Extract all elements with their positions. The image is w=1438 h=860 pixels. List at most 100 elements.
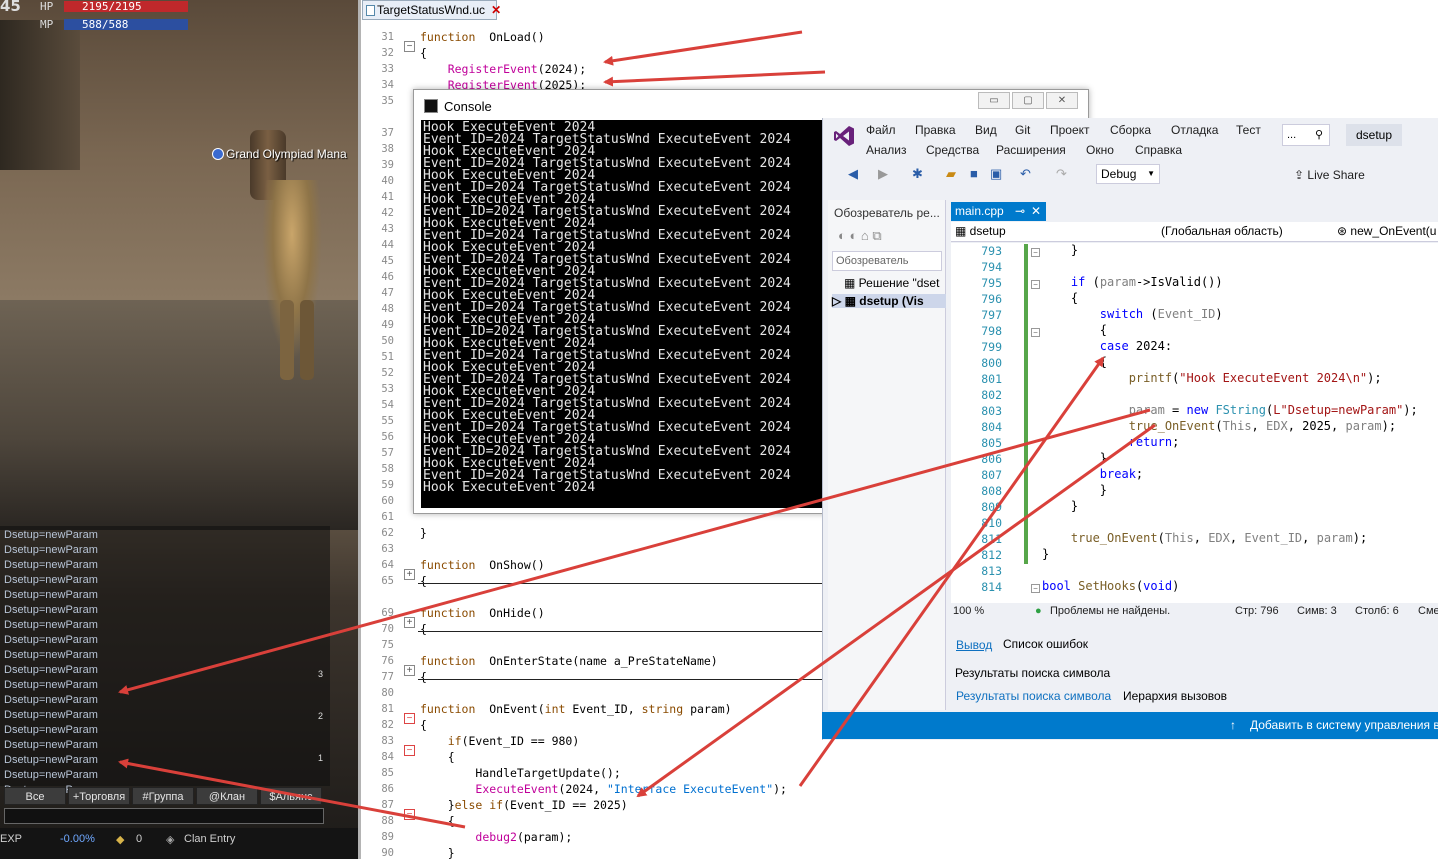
pin-icon[interactable]: ⊸ xyxy=(1015,202,1025,221)
fold-toggle-icon[interactable]: − xyxy=(1031,584,1040,593)
clan-entry[interactable]: Clan Entry xyxy=(184,833,235,845)
chat-scrollbar[interactable]: 3 2 1 xyxy=(318,660,332,780)
line-number: 32 xyxy=(381,47,394,59)
fold-toggle-icon[interactable]: + xyxy=(404,617,415,628)
code-token: ); xyxy=(1381,419,1397,433)
fold-toggle-icon[interactable]: + xyxy=(404,665,415,676)
redo-icon[interactable]: ↷ xyxy=(1056,166,1067,182)
project-item[interactable]: ▷ ▦ dsetup (Vis xyxy=(832,294,946,308)
menu-item[interactable]: Расширения xyxy=(996,143,1066,157)
hp-bar: HP 2195/2195 xyxy=(0,0,190,13)
exp-value: -0.00% xyxy=(60,833,95,845)
menu-item[interactable]: Сборка xyxy=(1110,123,1151,137)
back-icon[interactable]: ◀ xyxy=(848,166,858,182)
menu-item[interactable]: Окно xyxy=(1086,143,1114,157)
vs-line-number: 809 xyxy=(981,500,1002,514)
project-dropdown[interactable]: ▦ dsetup xyxy=(955,224,1006,238)
undo-icon[interactable]: ↶ xyxy=(1020,166,1031,182)
vs-code-line: { xyxy=(1042,291,1078,305)
new-item-icon[interactable]: ✱ xyxy=(912,166,923,182)
fold-toggle-icon[interactable]: − xyxy=(1031,328,1040,337)
fold-toggle-icon[interactable]: − xyxy=(404,41,415,52)
chat-tab[interactable]: $Альянс xyxy=(260,787,322,805)
menu-item[interactable]: Правка xyxy=(915,123,956,137)
fold-toggle-icon[interactable]: + xyxy=(404,569,415,580)
line-number: 86 xyxy=(381,783,394,795)
tab-error-list[interactable]: Список ошибок xyxy=(1003,637,1088,651)
menu-item[interactable]: Проект xyxy=(1050,123,1090,137)
menu-item[interactable]: Git xyxy=(1015,123,1030,137)
fold-toggle-icon[interactable]: − xyxy=(404,713,415,724)
scope-dropdown[interactable]: (Глобальная область) xyxy=(1161,224,1283,238)
forward-icon[interactable]: ▶ xyxy=(878,166,888,182)
search-icon: ⚲ xyxy=(1314,129,1323,141)
member-dropdown[interactable]: ⊛ new_OnEvent(u xyxy=(1337,224,1436,238)
chat-input[interactable] xyxy=(4,808,324,824)
line-number: 89 xyxy=(381,831,394,843)
menu-item[interactable]: Тест xyxy=(1236,123,1261,137)
close-icon[interactable]: ✕ xyxy=(1046,92,1078,109)
chat-message: Dsetup=newParam xyxy=(4,739,98,751)
close-icon[interactable]: ✕ xyxy=(1031,202,1041,221)
solution-name[interactable]: dsetup xyxy=(1346,124,1402,146)
fold-toggle-icon[interactable]: − xyxy=(404,809,415,820)
editor-tab[interactable]: TargetStatusWnd.uc ✕ xyxy=(362,0,501,20)
hp-label: HP xyxy=(40,0,54,13)
console-line: Hook ExecuteEvent 2024 xyxy=(423,480,596,495)
file-tab[interactable]: main.cpp ⊸ ✕ xyxy=(951,202,1046,221)
code-token: { xyxy=(1042,323,1108,337)
code-token: ( xyxy=(1085,275,1100,289)
add-to-source-control[interactable]: Добавить в систему управления в xyxy=(1250,718,1438,732)
zoom-level[interactable]: 100 % xyxy=(953,605,984,617)
close-icon[interactable]: ✕ xyxy=(491,3,501,17)
chat-tab[interactable]: Все xyxy=(4,787,66,805)
live-share-button[interactable]: ⇪ Live Share xyxy=(1294,168,1365,182)
chat-tab[interactable]: #Группа xyxy=(132,787,194,805)
code-token: This xyxy=(1164,531,1194,545)
menu-item[interactable]: Отладка xyxy=(1171,123,1218,137)
code-token: , xyxy=(1193,531,1209,545)
code-token: if xyxy=(1070,275,1086,289)
code-token: { xyxy=(420,46,427,60)
code-line: { xyxy=(420,574,427,588)
minimize-icon[interactable]: ▭ xyxy=(978,92,1010,109)
code-token: function xyxy=(420,606,476,620)
line-number: 50 xyxy=(381,335,394,347)
fold-toggle-icon[interactable]: − xyxy=(1031,248,1040,257)
menu-item[interactable]: Анализ xyxy=(866,143,907,157)
fold-toggle-icon[interactable]: − xyxy=(1031,280,1040,289)
menu-item[interactable]: Справка xyxy=(1135,143,1182,157)
solution-search[interactable]: Обозреватель xyxy=(832,251,942,271)
open-folder-icon[interactable]: ▰ xyxy=(946,166,956,182)
config-select[interactable]: Debug ▼ xyxy=(1096,164,1160,184)
column-number: Столб: 6 xyxy=(1355,605,1399,617)
fold-toggle-icon[interactable]: − xyxy=(404,745,415,756)
search-box[interactable]: ... ⚲ xyxy=(1282,124,1330,146)
tab-call-hierarchy[interactable]: Иерархия вызовов xyxy=(1123,689,1227,703)
menu-item[interactable]: Файл xyxy=(866,123,896,137)
save-icon[interactable]: ■ xyxy=(970,166,978,181)
menu-item[interactable]: Вид xyxy=(975,123,997,137)
tab-find-symbol-2[interactable]: Результаты поиска символа xyxy=(956,689,1111,703)
solution-item[interactable]: ▦ Решение "dset xyxy=(844,276,939,290)
chat-tab[interactable]: @Клан xyxy=(196,787,258,805)
npc-nameplate[interactable]: Grand Olympiad Mana xyxy=(212,147,347,161)
line-number: 34 xyxy=(381,79,394,91)
code-token: RegisterEvent xyxy=(447,62,538,76)
code-token: } xyxy=(1042,547,1050,561)
problems-status[interactable]: Проблемы не найдены. xyxy=(1050,605,1170,617)
code-token: , xyxy=(1229,531,1245,545)
rock-terrain xyxy=(0,20,80,170)
code-token: ; xyxy=(1172,435,1180,449)
code-line: }else if(Event_ID == 2025) xyxy=(420,798,628,812)
maximize-icon[interactable]: ▢ xyxy=(1012,92,1044,109)
home-icon[interactable]: ◐ ◐ ⌂ ⧉ xyxy=(838,228,882,244)
tab-output[interactable]: Вывод xyxy=(956,638,992,652)
chat-tab[interactable]: +Торговля xyxy=(68,787,130,805)
menu-item[interactable]: Средства xyxy=(926,143,979,157)
save-all-icon[interactable]: ▣ xyxy=(990,166,1002,182)
tab-find-symbol-1[interactable]: Результаты поиска символа xyxy=(955,666,1110,680)
code-token: , xyxy=(1251,419,1266,433)
